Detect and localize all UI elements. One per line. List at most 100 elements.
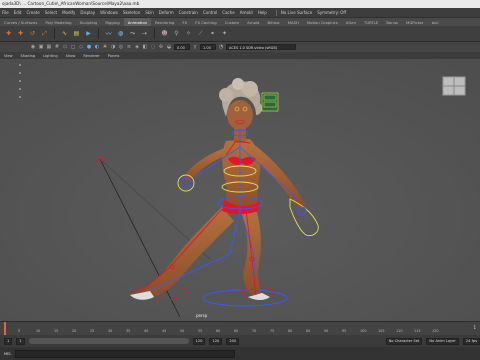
shelf-tab-bonus[interactable]: Bonus	[382, 18, 402, 26]
symmetry-dropdown[interactable]: Symmetry: Off	[317, 10, 346, 15]
character-set-dropdown[interactable]: No Character Set	[385, 337, 423, 345]
joint-icon[interactable]: ✧	[184, 29, 193, 38]
panel-menu-panels[interactable]: Panels	[108, 54, 120, 58]
shelf-tab-fx-caching[interactable]: FX Caching	[191, 18, 220, 26]
shelf-tab-rigging[interactable]: Rigging	[101, 18, 123, 26]
tick-label: 55	[198, 329, 203, 333]
wireframe-icon[interactable]: ◇	[78, 44, 84, 50]
film-gate-icon[interactable]: ▭	[62, 44, 68, 50]
shelf-tab-mgpicker[interactable]: MGPicker	[402, 18, 428, 26]
colorspace-dropdown[interactable]: ACES 1.0 SDR-video (sRGB)	[226, 44, 296, 50]
set-key-icon[interactable]: ✚	[4, 29, 13, 38]
menu-help[interactable]: Help	[258, 10, 267, 15]
panel-menu-show[interactable]: Show	[66, 54, 76, 58]
bookmark-icon[interactable]: ▣	[38, 44, 44, 50]
menu-file[interactable]: File	[2, 10, 9, 15]
menu-separator	[275, 9, 277, 16]
shelf-tab-fx[interactable]: FX	[178, 18, 191, 26]
shelf-tab-rendering[interactable]: Rendering	[151, 18, 178, 26]
path-icon[interactable]: ⤳	[128, 29, 137, 38]
live-surface-dropdown[interactable]: No Live Surface	[281, 10, 312, 15]
playback-start-field[interactable]: 1	[16, 337, 25, 345]
gamma-field[interactable]: 1.00	[200, 44, 216, 50]
menu-display[interactable]: Display	[80, 10, 95, 15]
shelf-tab-custom[interactable]: Custom	[221, 18, 244, 26]
smooth-shade-icon[interactable]: ●	[86, 44, 92, 50]
menu-skin[interactable]: Skin	[145, 10, 154, 15]
textured-icon[interactable]: ◐	[94, 44, 100, 50]
pose-icon[interactable]: ✦	[220, 29, 229, 38]
isolate-icon[interactable]: ◧	[142, 44, 148, 50]
shelf-tab-xgen[interactable]: XGen	[342, 18, 360, 26]
command-language[interactable]: MEL	[4, 352, 11, 356]
menu-windows[interactable]: Windows	[100, 10, 118, 15]
exposure-field[interactable]: 0.00	[174, 44, 190, 50]
shelf-tab-motion-graphics[interactable]: Motion Graphics	[303, 18, 342, 26]
fps-dropdown[interactable]: 24 fps	[462, 337, 480, 345]
face-control-panel[interactable]	[261, 92, 279, 112]
ghost-icon[interactable]: ◍	[116, 29, 125, 38]
shelf-tab-animation[interactable]: Animation	[123, 18, 152, 26]
shelf-tab-curves[interactable]: Curves / Surfaces	[0, 18, 41, 26]
panel-menu-renderer[interactable]: Renderer	[83, 54, 99, 58]
menu-control[interactable]: Control	[203, 10, 217, 15]
anim-layer-dropdown[interactable]: No Anim Layer	[426, 337, 459, 345]
aa-icon[interactable]: ◈	[134, 44, 140, 50]
image-plane-icon[interactable]: ▦	[46, 44, 52, 50]
grid-icon[interactable]: #	[54, 44, 60, 50]
menu-deform[interactable]: Deform	[159, 10, 174, 15]
time-cursor[interactable]	[4, 322, 6, 336]
current-frame-field[interactable]: 1	[473, 325, 476, 330]
panel-menu-shading[interactable]: Shading	[21, 54, 36, 58]
panel-menu-lighting[interactable]: Lighting	[43, 54, 58, 58]
start-time-field[interactable]: 1	[4, 337, 13, 345]
shelf-tab-poly[interactable]: Poly Modeling	[41, 18, 75, 26]
menu-edit[interactable]: Edit	[14, 10, 22, 15]
graph-editor-icon[interactable]: ∿	[60, 29, 69, 38]
shelf-tab-bifrost[interactable]: Bifrost	[263, 18, 283, 26]
animation-end-field[interactable]: 200	[226, 337, 240, 345]
ik-handle-icon[interactable]: ⟋	[196, 29, 205, 38]
end-time-field[interactable]: 120	[209, 337, 223, 345]
menu-select[interactable]: Select	[45, 10, 57, 15]
attach-path-icon[interactable]: ⇢	[140, 29, 149, 38]
menu-constrain[interactable]: Constrain	[179, 10, 198, 15]
key-rotate-icon[interactable]: ↺	[28, 29, 37, 38]
ao-icon[interactable]: ◎	[118, 44, 124, 50]
character-icon[interactable]: ☻	[160, 29, 169, 38]
key-translate-icon[interactable]: ✚	[16, 29, 25, 38]
exposure-icon[interactable]: ◒	[166, 44, 172, 50]
view-cube-icon[interactable]	[442, 76, 466, 96]
lights-icon[interactable]: ☀	[102, 44, 108, 50]
time-slider[interactable]: 5 10 15 20 25 30 35 40 45 50 55 60 65 70…	[0, 321, 480, 336]
menu-cache[interactable]: Cache	[222, 10, 234, 15]
menu-arnold[interactable]: Arnold	[240, 10, 253, 15]
menu-create[interactable]: Create	[26, 10, 39, 15]
gamma-icon[interactable]: γ	[192, 44, 198, 50]
dope-sheet-icon[interactable]: ▤	[72, 29, 81, 38]
range-slider[interactable]	[28, 338, 189, 344]
select-camera-icon[interactable]: ◉	[30, 44, 36, 50]
shelf-tab-bull[interactable]: bull	[428, 18, 443, 26]
xray-icon[interactable]: ◌	[150, 44, 156, 50]
shelf-tab-arnold[interactable]: Arnold	[243, 18, 263, 26]
skeleton-icon[interactable]: ⚲	[172, 29, 181, 38]
command-input[interactable]	[15, 349, 236, 358]
motion-trail-icon[interactable]: 〰	[104, 29, 113, 38]
shelf-tab-sculpting[interactable]: Sculpting	[76, 18, 102, 26]
xray-joints-icon[interactable]: ✣	[158, 44, 164, 50]
motion-blur-icon[interactable]: ≋	[126, 44, 132, 50]
shelf-tab-turtle[interactable]: TURTLE	[360, 18, 382, 26]
playblast-icon[interactable]: ▶	[84, 29, 93, 38]
key-scale-icon[interactable]: ⤢	[40, 29, 49, 38]
perspective-viewport[interactable]: persp	[0, 59, 480, 321]
color-management-icon[interactable]: ◔	[218, 44, 224, 50]
resolution-gate-icon[interactable]: ◻	[70, 44, 76, 50]
playback-end-field[interactable]: 120	[192, 337, 206, 345]
shadows-icon[interactable]: ◑	[110, 44, 116, 50]
panel-menu-view[interactable]: View	[4, 54, 13, 58]
constraint-icon[interactable]: ⚭	[208, 29, 217, 38]
shelf-tab-mash[interactable]: MASH	[284, 18, 303, 26]
menu-modify[interactable]: Modify	[62, 10, 75, 15]
menu-skeleton[interactable]: Skeleton	[123, 10, 140, 15]
